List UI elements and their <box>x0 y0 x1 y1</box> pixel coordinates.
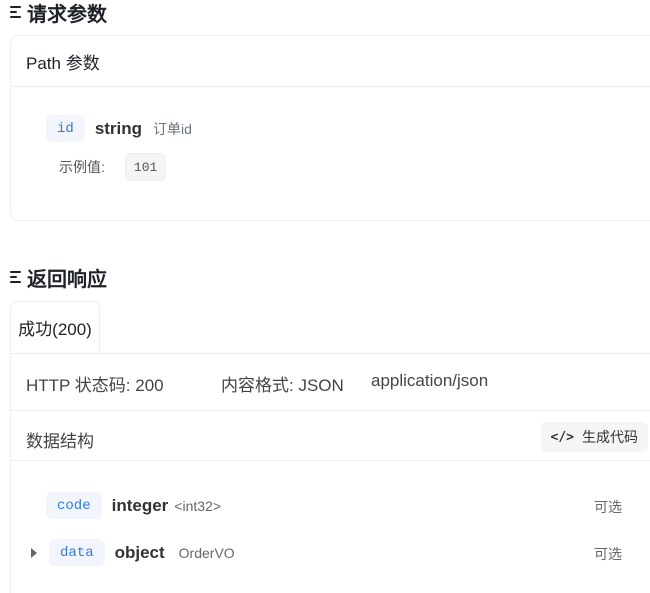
tab-success-200[interactable]: 成功(200) <box>10 301 100 353</box>
param-row-id: id string 订单id <box>46 115 192 142</box>
param-type: string <box>94 118 143 138</box>
code-icon: </> <box>550 429 574 445</box>
field-type: object <box>114 542 165 562</box>
param-desc: 订单id <box>153 120 192 137</box>
field-tag: code <box>46 492 102 519</box>
path-params-card: Path 参数 id string 订单id 示例值: 101 <box>10 35 650 221</box>
field-optional: 可选 <box>594 546 622 562</box>
field-subtype: OrderVO <box>178 544 235 561</box>
schema-title: 数据结构 <box>26 432 94 451</box>
http-status: HTTP 状态码: 200 <box>26 376 164 395</box>
param-tag: id <box>46 115 85 142</box>
field-row-data[interactable]: data object OrderVO <box>31 539 235 566</box>
generate-code-button[interactable]: </> 生成代码 <box>540 422 648 452</box>
example-value[interactable]: 101 <box>124 153 167 181</box>
divider <box>11 410 650 411</box>
example-label: 示例值: <box>59 159 105 175</box>
response-card: HTTP 状态码: 200 内容格式: JSON application/jso… <box>10 353 650 593</box>
content-format: 内容格式: JSON <box>221 376 344 395</box>
divider <box>11 460 650 461</box>
field-optional: 可选 <box>594 499 622 515</box>
param-example: 示例值: 101 <box>59 153 167 181</box>
mime-type: application/json <box>371 371 489 390</box>
path-params-header: Path 参数 <box>11 36 650 87</box>
field-tag: data <box>49 539 105 566</box>
field-row-code: code integer <int32> <box>46 492 221 519</box>
field-type: integer <box>111 495 169 515</box>
field-subtype: <int32> <box>174 497 222 514</box>
response-section-title: 返回响应 <box>10 265 107 291</box>
list-icon <box>10 270 21 284</box>
request-section-title: 请求参数 <box>10 0 107 26</box>
response-tabs: 成功(200) <box>10 301 650 354</box>
list-icon <box>10 5 21 19</box>
expand-caret-icon[interactable] <box>31 547 37 558</box>
